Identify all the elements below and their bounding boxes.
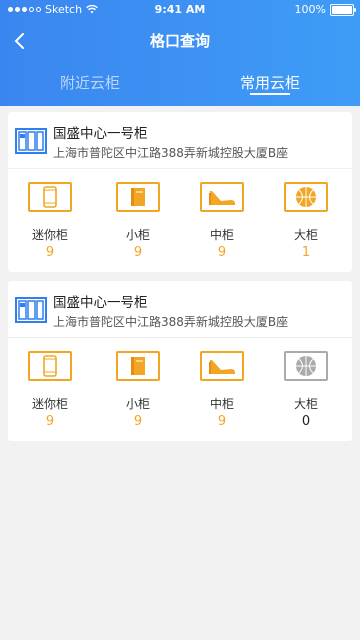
size-count: 0 [301,414,311,429]
active-tab-indicator [250,93,290,95]
size-label: 大柜 [293,397,318,411]
basketball-icon [296,356,316,376]
shoe-icon [209,191,235,205]
status-bar: Sketch 9:41 AM 100% [0,0,360,20]
basketball-icon [296,187,316,207]
locker-icon [15,297,47,323]
size-large[interactable]: 大柜 0 [266,351,346,429]
locker-icon [15,128,47,154]
locker-address: 上海市普陀区中江路388弄新城控股大厦B座 [53,146,289,160]
size-mini[interactable]: 迷你柜 9 [10,351,90,429]
locker-card[interactable]: 国盛中心一号柜 上海市普陀区中江路388弄新城控股大厦B座 迷你柜 9 小柜 9 [8,112,352,272]
size-large[interactable]: 大柜 1 [266,182,346,260]
size-icon-box [116,182,160,212]
size-label: 小柜 [125,228,150,242]
size-medium[interactable]: 中柜 9 [182,182,262,260]
size-count: 9 [133,414,143,429]
size-mini[interactable]: 迷你柜 9 [10,182,90,260]
size-icon-box [284,182,328,212]
size-label: 迷你柜 [31,397,68,411]
tab-frequent[interactable]: 常用云柜 [180,66,360,100]
battery-icon [330,3,356,16]
locker-name: 国盛中心一号柜 [53,295,148,311]
size-small[interactable]: 小柜 9 [98,182,178,260]
size-medium[interactable]: 中柜 9 [182,351,262,429]
divider [8,168,352,169]
size-count: 9 [217,245,227,260]
divider [8,337,352,338]
size-icon-box [284,351,328,381]
phone-icon [43,186,57,208]
tab-bar: 附近云柜 常用云柜 [0,66,360,106]
tab-nearby[interactable]: 附近云柜 [0,66,180,100]
nav-bar: 格口查询 [0,28,360,54]
size-label: 大柜 [293,228,318,242]
size-count: 9 [45,245,55,260]
size-label: 中柜 [209,228,234,242]
size-icon-box [28,351,72,381]
size-count: 9 [217,414,227,429]
tab-label: 附近云柜 [59,74,120,92]
battery-percent: 100% [294,3,326,16]
book-icon [131,188,145,206]
size-icon-box [200,182,244,212]
page-title: 格口查询 [149,32,210,50]
size-label: 中柜 [209,397,234,411]
phone-icon [43,355,57,377]
size-small[interactable]: 小柜 9 [98,351,178,429]
size-icon-box [116,351,160,381]
locker-card[interactable]: 国盛中心一号柜 上海市普陀区中江路388弄新城控股大厦B座 迷你柜 9 小柜 9 [8,281,352,441]
size-count: 9 [133,245,143,260]
size-count: 1 [301,245,311,260]
locker-address: 上海市普陀区中江路388弄新城控股大厦B座 [53,315,289,329]
shoe-icon [209,360,235,374]
size-label: 小柜 [125,397,150,411]
size-label: 迷你柜 [31,228,68,242]
tab-label: 常用云柜 [239,74,300,92]
book-icon [131,357,145,375]
size-icon-box [28,182,72,212]
header-bar: Sketch 9:41 AM 100% 格口查询 附近云柜 常用云柜 [0,0,360,106]
size-icon-box [200,351,244,381]
size-count: 9 [45,414,55,429]
locker-name: 国盛中心一号柜 [53,126,148,142]
